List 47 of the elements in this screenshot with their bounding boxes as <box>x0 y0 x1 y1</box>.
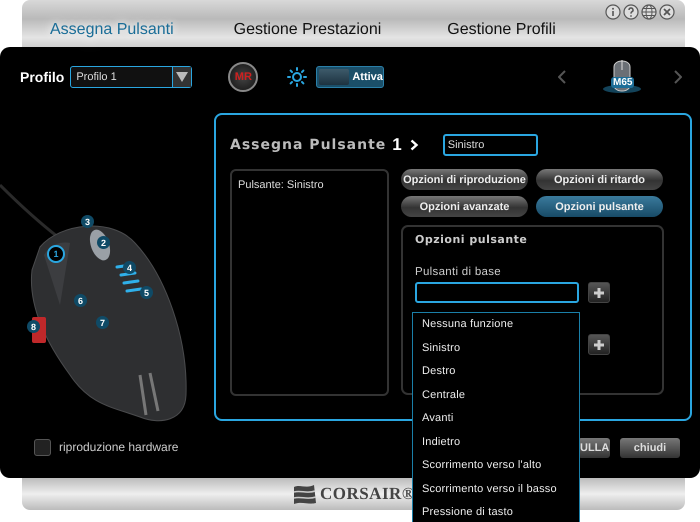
profile-label: Profilo <box>20 69 64 85</box>
close-button[interactable]: chiudi <box>620 438 680 458</box>
tab[interactable]: Gestione Profili <box>439 21 564 43</box>
dropdown-option[interactable]: Centrale <box>413 384 579 407</box>
button-number: 1 <box>392 135 402 155</box>
dropdown-option[interactable]: Avanti <box>413 407 579 430</box>
callout-marker[interactable]: 3 <box>81 215 94 228</box>
options-title: Opzioni pulsante <box>415 233 528 246</box>
dropdown-option[interactable]: Destro <box>413 360 579 384</box>
close-icon[interactable] <box>659 4 675 20</box>
plus-icon <box>594 340 604 350</box>
chevron-left-icon[interactable] <box>558 70 566 84</box>
profile-dropdown[interactable]: Profilo 1 <box>70 66 192 88</box>
caret-icon <box>172 67 192 87</box>
add-button[interactable] <box>588 334 610 355</box>
checkbox-label: riproduzione hardware <box>59 440 178 454</box>
dropdown-option[interactable]: Scorrimento verso il basso <box>413 478 579 501</box>
callout-marker[interactable]: 8 <box>27 320 40 333</box>
sails-icon <box>292 483 318 505</box>
help-icon[interactable] <box>623 4 639 20</box>
option-tab[interactable]: Opzioni di riproduzione <box>401 169 528 190</box>
info-icon[interactable] <box>605 4 621 20</box>
name-field[interactable]: Sinistro <box>442 134 538 156</box>
globe-icon[interactable] <box>641 4 657 20</box>
summary-text: Pulsante: Sinistro <box>238 179 325 191</box>
dropdown-option[interactable]: Sinistro <box>413 336 579 360</box>
dropdown-option[interactable]: Pressione di tasto <box>413 501 579 522</box>
lighting-toggle[interactable]: Attiva <box>316 66 384 88</box>
cancel-button[interactable]: ULLA <box>578 438 610 458</box>
option-tab[interactable]: Opzioni avanzate <box>401 196 528 217</box>
dropdown-option[interactable]: Scorrimento verso l'alto <box>413 454 579 478</box>
brand-logo: CORSAIR® <box>320 484 416 504</box>
dropdown-option[interactable]: Nessuna funzione <box>413 313 579 336</box>
dropdown-option[interactable]: Indietro <box>413 430 579 454</box>
tab[interactable]: Assegna Pulsanti <box>42 21 182 43</box>
chevron-right-icon[interactable] <box>674 70 682 84</box>
checkbox[interactable] <box>34 438 51 456</box>
tab[interactable]: Gestione Prestazioni <box>226 21 390 43</box>
option-tab[interactable]: Opzioni pulsante <box>536 196 663 217</box>
option-tab[interactable]: Opzioni di ritardo <box>536 169 663 190</box>
plus-icon <box>594 288 604 298</box>
chevron-right-icon <box>410 139 419 151</box>
function-dropdown[interactable] <box>415 282 579 303</box>
brightness-icon[interactable] <box>287 67 308 87</box>
add-button[interactable] <box>588 282 610 303</box>
field-label: Pulsanti di base <box>415 266 502 278</box>
panel-title: Assegna Pulsante <box>230 137 386 153</box>
